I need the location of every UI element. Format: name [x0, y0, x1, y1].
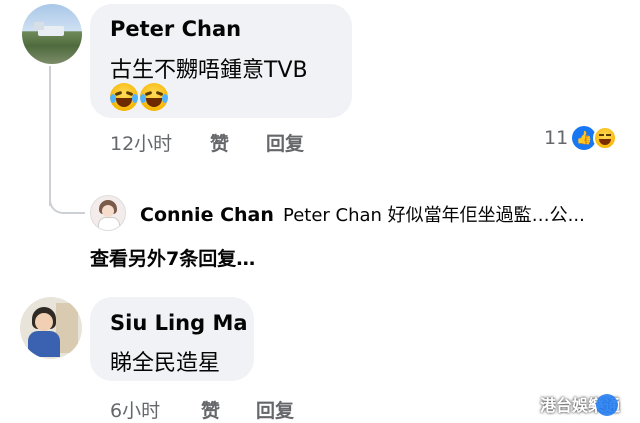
connie-chan-avatar[interactable]	[90, 195, 126, 231]
watermark-like-icon	[596, 394, 618, 416]
rolling-laughing-emoji	[140, 83, 168, 111]
comment-author-name[interactable]: Peter Chan	[110, 17, 241, 41]
reply-button[interactable]: 回复	[256, 396, 294, 423]
reply-text: Peter Chan 好似當年佢坐過監…公...	[282, 205, 585, 226]
comment-text: 古生不嬲唔鍾意TVB	[110, 58, 308, 83]
like-button[interactable]: 赞	[210, 129, 229, 156]
comment-text: 睇全民造星	[110, 351, 221, 376]
view-more-replies-link[interactable]: 查看另外7条回复…	[90, 244, 255, 271]
haha-icon	[593, 126, 618, 150]
thread-connector-curve	[49, 180, 85, 214]
reaction-count: 11	[544, 127, 569, 149]
comment-bubble-peter: Peter Chan 古生不嬲唔鍾意TVB	[90, 4, 352, 118]
reply-preview[interactable]: Connie Chan Peter Chan 好似當年佢坐過監…公...	[140, 201, 620, 227]
comment-bubble-siu-ling: Siu Ling Ma 睇全民造星	[90, 297, 254, 381]
reply-author-name[interactable]: Connie Chan	[140, 204, 274, 226]
comment-author-name[interactable]: Siu Ling Ma	[110, 311, 248, 335]
comment-timestamp[interactable]: 12小时	[110, 129, 172, 156]
reply-button[interactable]: 回复	[266, 129, 304, 156]
peter-chan-avatar[interactable]	[22, 4, 82, 64]
rolling-laughing-emoji	[110, 83, 138, 111]
like-button[interactable]: 赞	[201, 396, 220, 423]
comment-emoji-row	[110, 83, 168, 111]
reactions-summary[interactable]: 11 👍	[544, 126, 618, 150]
siu-ling-ma-avatar[interactable]	[20, 297, 82, 359]
comment-timestamp[interactable]: 6小时	[110, 396, 160, 423]
